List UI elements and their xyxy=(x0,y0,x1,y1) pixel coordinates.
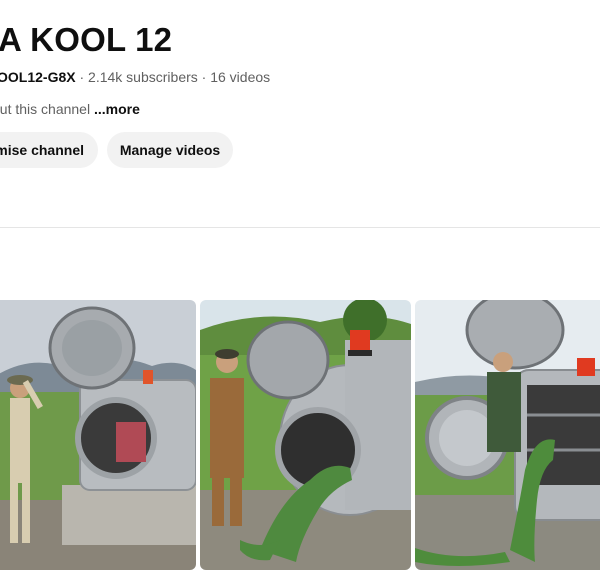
manage-videos-button[interactable]: Manage videos xyxy=(107,132,233,168)
video-thumbnail[interactable] xyxy=(200,300,411,570)
video-thumbnail[interactable] xyxy=(0,300,196,570)
thumbnail-image xyxy=(200,300,411,570)
channel-meta: OOL12-G8X · 2.14k subscribers · 16 video… xyxy=(0,67,270,87)
meta-separator: · xyxy=(79,69,85,85)
about-text: out this channel xyxy=(0,101,91,117)
meta-separator: · xyxy=(201,69,207,85)
more-link[interactable]: ...more xyxy=(94,101,140,117)
customise-channel-button[interactable]: mise channel xyxy=(0,132,98,168)
channel-handle: OOL12-G8X xyxy=(0,69,76,85)
thumbnail-image xyxy=(415,300,600,570)
thumbnail-image xyxy=(0,300,196,570)
video-thumbnail[interactable] xyxy=(415,300,600,570)
channel-name: A KOOL 12 xyxy=(0,21,173,58)
video-count: 16 videos xyxy=(210,69,271,85)
subscriber-count: 2.14k subscribers xyxy=(88,69,198,85)
channel-about[interactable]: out this channel ...more xyxy=(0,99,140,119)
section-divider xyxy=(0,227,600,228)
